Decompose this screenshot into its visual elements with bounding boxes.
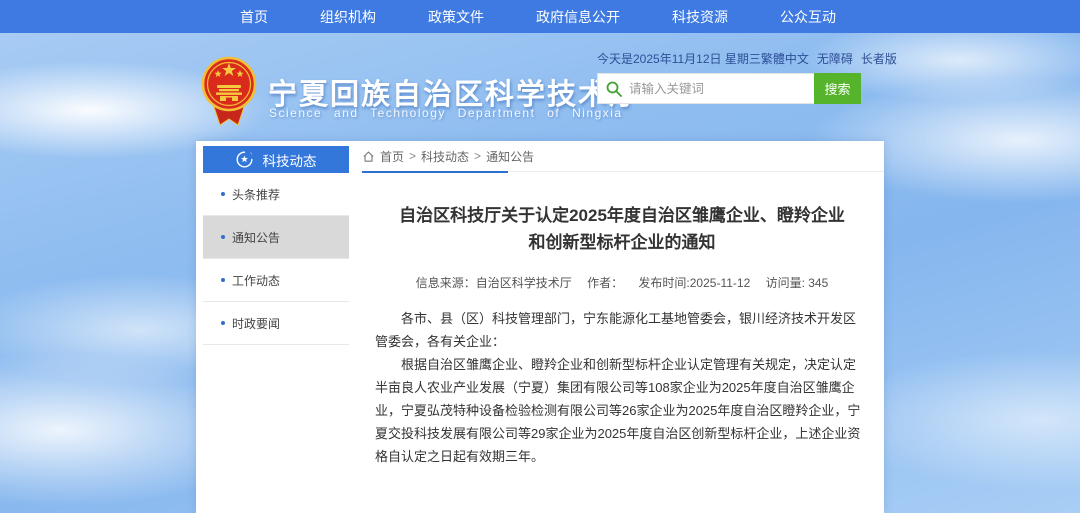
top-nav: 首页 组织机构 政策文件 政府信息公开 科技资源 公众互动 (0, 0, 1080, 33)
sidebar-item-notices[interactable]: 通知公告 (203, 216, 349, 259)
meta-author: 作者： (587, 276, 623, 290)
sidebar-item-work-trends[interactable]: 工作动态 (203, 259, 349, 302)
article-body: 各市、县（区）科技管理部门，宁东能源化工基地管委会，银川经济技术开发区管委会，各… (360, 307, 884, 468)
search-bar: 搜索 (597, 73, 861, 104)
breadcrumb: 首页 > 科技动态 > 通知公告 (360, 141, 884, 172)
main-content: 首页 > 科技动态 > 通知公告 自治区科技厅关于认定2025年度自治区雏鹰企业… (360, 141, 884, 513)
content-panel: 科技动态 头条推荐 通知公告 工作动态 时政要闻 首页 > 科技动态 > (196, 141, 884, 513)
article-title-line1: 自治区科技厅关于认定2025年度自治区雏鹰企业、瞪羚企业 (360, 202, 884, 229)
current-date: 今天是2025年11月12日 星期三 (597, 50, 761, 67)
bullet-dot-icon (221, 192, 225, 196)
link-accessibility[interactable]: 无障碍 (817, 50, 853, 67)
article-title-line2: 和创新型标杆企业的通知 (360, 229, 884, 256)
search-input-wrap (597, 73, 814, 104)
bullet-dot-icon (221, 278, 225, 282)
breadcrumb-notices[interactable]: 通知公告 (486, 148, 534, 165)
bullet-dot-icon (221, 235, 225, 239)
breadcrumb-sci-trends[interactable]: 科技动态 (421, 148, 469, 165)
sidebar-item-label: 时政要闻 (232, 315, 280, 332)
nav-item-gov-info[interactable]: 政府信息公开 (536, 7, 620, 27)
nav-item-sci-resources[interactable]: 科技资源 (672, 7, 728, 27)
site-subtitle: Science and Technology Department of Nin… (269, 106, 623, 120)
top-nav-items: 首页 组织机构 政策文件 政府信息公开 科技资源 公众互动 (240, 7, 836, 27)
sidebar: 科技动态 头条推荐 通知公告 工作动态 时政要闻 (203, 146, 349, 345)
sidebar-item-label: 工作动态 (232, 272, 280, 289)
bullet-dot-icon (221, 321, 225, 325)
sidebar-item-label: 通知公告 (232, 229, 280, 246)
article-title: 自治区科技厅关于认定2025年度自治区雏鹰企业、瞪羚企业 和创新型标杆企业的通知 (360, 202, 884, 256)
article-meta: 信息来源：自治区科学技术厅 作者： 发布时间:2025-11-12 访问量: 3… (360, 274, 884, 291)
sidebar-title: 科技动态 (263, 150, 317, 170)
breadcrumb-accent-line (362, 171, 508, 173)
home-icon (362, 150, 375, 163)
top-utility-bar: 今天是2025年11月12日 星期三 繁體中文 无障碍 长者版 (597, 50, 871, 67)
star-circle-icon (236, 151, 253, 168)
nav-item-organization[interactable]: 组织机构 (320, 7, 376, 27)
link-senior-version[interactable]: 长者版 (861, 50, 897, 67)
nav-item-home[interactable]: 首页 (240, 7, 268, 27)
breadcrumb-home[interactable]: 首页 (380, 148, 404, 165)
link-traditional-chinese[interactable]: 繁體中文 (761, 50, 809, 67)
meta-publish-time: 发布时间:2025-11-12 (638, 276, 750, 290)
search-input[interactable] (629, 82, 806, 96)
meta-views: 访问量: 345 (766, 276, 829, 290)
nav-item-policy[interactable]: 政策文件 (428, 7, 484, 27)
breadcrumb-separator: > (409, 149, 416, 163)
quick-links: 繁體中文 无障碍 长者版 (761, 50, 897, 67)
sidebar-item-headline[interactable]: 头条推荐 (203, 173, 349, 216)
breadcrumb-separator: > (474, 149, 481, 163)
meta-source: 信息来源：自治区科学技术厅 (416, 276, 572, 290)
search-icon (606, 81, 622, 97)
sidebar-header: 科技动态 (203, 146, 349, 173)
national-emblem-logo (200, 55, 258, 127)
site-header: 宁夏回族自治区科学技术厅 Science and Technology Depa… (0, 33, 1080, 141)
nav-item-public-interaction[interactable]: 公众互动 (780, 7, 836, 27)
article-paragraph: 根据自治区雏鹰企业、瞪羚企业和创新型标杆企业认定管理有关规定，决定认定半亩良人农… (375, 353, 868, 468)
search-button[interactable]: 搜索 (814, 73, 861, 104)
sidebar-item-label: 头条推荐 (232, 186, 280, 203)
sidebar-item-current-politics[interactable]: 时政要闻 (203, 302, 349, 345)
article-paragraph: 各市、县（区）科技管理部门，宁东能源化工基地管委会，银川经济技术开发区管委会，各… (375, 307, 868, 353)
